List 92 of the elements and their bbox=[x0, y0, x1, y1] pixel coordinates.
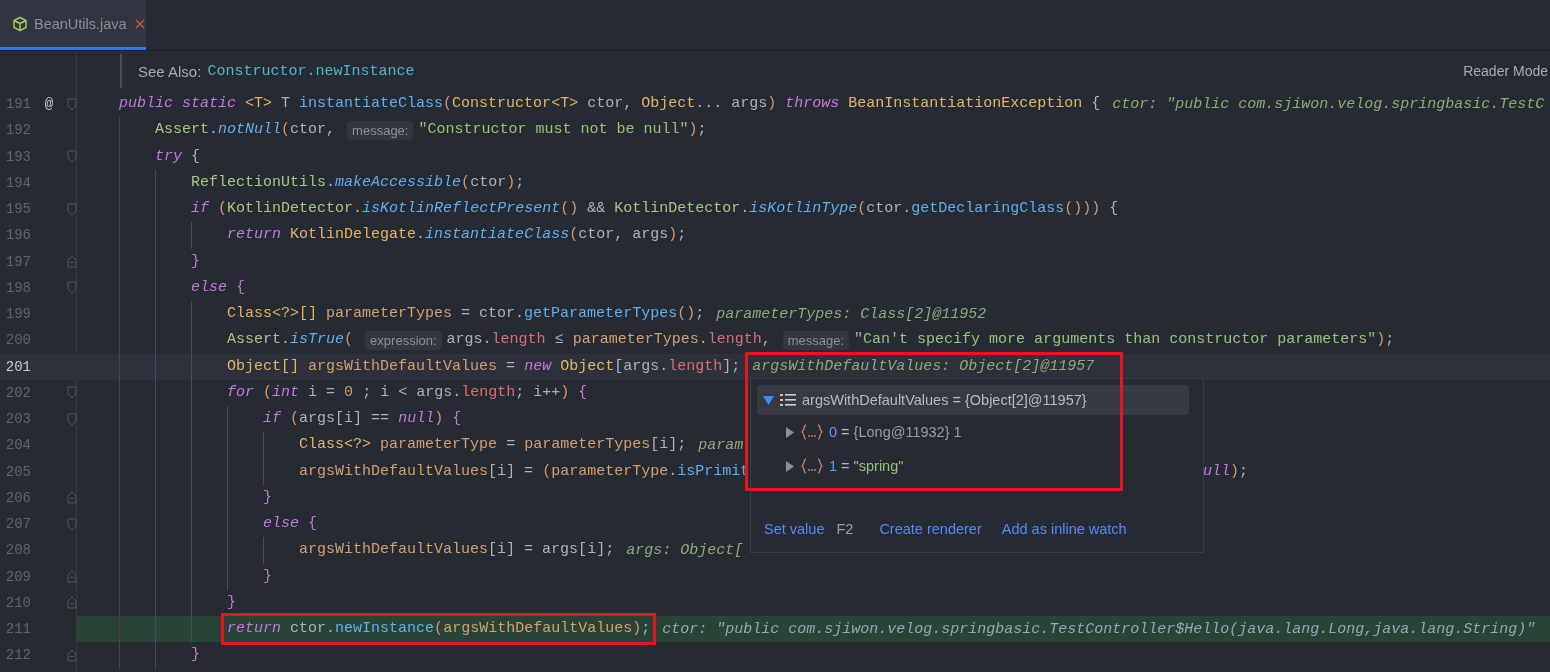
code-text: try { bbox=[155, 146, 201, 167]
code-text: args.length ≤ parameterTypes.length, bbox=[446, 330, 771, 351]
expand-arrow-icon[interactable] bbox=[785, 426, 795, 438]
line-number: 212 bbox=[4, 647, 31, 664]
code-text: return ctor.newInstance(argsWithDefaultValues); bbox=[221, 613, 657, 646]
doc-link[interactable]: Constructor.newInstance bbox=[207, 62, 415, 80]
braces-icon bbox=[801, 458, 823, 474]
line-number: 211 bbox=[4, 621, 31, 638]
code-text: if (args[i] == null) { bbox=[263, 409, 462, 430]
fold-icon[interactable] bbox=[67, 281, 77, 295]
code-text: "Constructor must not be null"); bbox=[418, 120, 707, 141]
line-number: 203 bbox=[4, 411, 31, 428]
inline-value-hint: ctor: "public com.sjiwon.velog.springbasic.TestC bbox=[1112, 95, 1545, 113]
line-number: 206 bbox=[4, 489, 31, 506]
line-number: 196 bbox=[4, 227, 31, 244]
list-icon bbox=[780, 393, 796, 407]
code-text: Class<?>[] parameterTypes = ctor.getParameterTypes(); bbox=[227, 304, 705, 325]
fold-icon[interactable] bbox=[67, 255, 77, 269]
tree-node[interactable]: 1 = "spring" bbox=[757, 449, 1189, 483]
code-text: if (KotlinDetector.isKotlinReflectPresent() && KotlinDetector.isKotlinType(ctor.getDeclaringClass())) { bbox=[191, 199, 1119, 220]
fold-icon[interactable] bbox=[67, 202, 77, 216]
code-text: } bbox=[191, 645, 201, 666]
cube-icon bbox=[12, 15, 28, 32]
parameter-hint: message: bbox=[347, 120, 414, 140]
fold-icon[interactable] bbox=[67, 648, 77, 662]
line-number: 194 bbox=[4, 174, 31, 191]
inline-value-hint: args: Object[ bbox=[626, 541, 744, 559]
override-marker[interactable]: @ bbox=[44, 96, 54, 113]
line-number: 197 bbox=[4, 253, 31, 270]
popup-action-link[interactable]: Add as inline watch bbox=[1001, 521, 1127, 537]
see-also-label: See Also: bbox=[138, 62, 202, 80]
shortcut-label: F2 bbox=[836, 521, 854, 537]
tree-node[interactable]: 0 = {Long@11932} 1 bbox=[757, 415, 1189, 449]
parameter-hint: expression: bbox=[365, 330, 442, 350]
code-text: ull); bbox=[1203, 461, 1249, 482]
line-number: 205 bbox=[4, 463, 31, 480]
line-number: 199 bbox=[4, 306, 31, 323]
code-text: "Can't specify more arguments than constructor parameters"); bbox=[854, 330, 1395, 351]
fold-icon[interactable] bbox=[67, 596, 77, 610]
code-text: } bbox=[263, 487, 273, 508]
fold-icon[interactable] bbox=[67, 570, 77, 584]
code-text: else { bbox=[191, 277, 246, 298]
code-text: else { bbox=[263, 514, 318, 535]
braces-icon bbox=[801, 424, 823, 440]
code-text: return KotlinDelegate.instantiateClass(ctor, args); bbox=[227, 225, 687, 246]
code-text: } bbox=[191, 251, 201, 272]
line-number: 210 bbox=[4, 594, 31, 611]
code-text: Class<?> parameterType = parameterTypes[i]; bbox=[299, 435, 687, 456]
inline-value-hint: param bbox=[698, 436, 744, 454]
line-number: 202 bbox=[4, 384, 31, 401]
fold-icon[interactable] bbox=[67, 517, 77, 531]
code-text: for (int i = 0 ; i < args.length; i++) { bbox=[227, 382, 588, 403]
code-text: } bbox=[227, 592, 237, 613]
file-tab[interactable]: BeanUtils.java bbox=[0, 0, 146, 50]
code-text: public static <T> T instantiateClass(Constructor<T> ctor, Object... args) throws BeanInstantiationException { bbox=[119, 94, 1101, 115]
code-text: Assert.isTrue( bbox=[227, 330, 354, 351]
line-number: 208 bbox=[4, 542, 31, 559]
popup-action-link[interactable]: Set value bbox=[764, 521, 825, 537]
expand-arrow-icon[interactable] bbox=[763, 394, 774, 406]
tree-node-label: 0 = {Long@11932} 1 bbox=[829, 424, 962, 440]
code-text: argsWithDefaultValues[i] = (parameterType.isPrimit bbox=[299, 461, 750, 482]
line-number: 201 bbox=[4, 358, 31, 375]
fold-icon[interactable] bbox=[67, 386, 77, 400]
line-number: 193 bbox=[4, 148, 31, 165]
line-number: 198 bbox=[4, 279, 31, 296]
line-number: 209 bbox=[4, 568, 31, 585]
code-text: } bbox=[263, 566, 273, 587]
line-number: 200 bbox=[4, 332, 31, 349]
fold-icon[interactable] bbox=[67, 412, 77, 426]
code-text: Object[] argsWithDefaultValues = new Object[args.length]; bbox=[227, 356, 741, 377]
popup-action-link[interactable]: Create renderer bbox=[879, 521, 982, 537]
tree-node[interactable]: argsWithDefaultValues = {Object[2]@11957} bbox=[757, 385, 1189, 415]
code-text: Assert.notNull(ctor, bbox=[155, 120, 336, 141]
fold-icon[interactable] bbox=[67, 150, 77, 164]
inline-value-hint: ctor: "public com.sjiwon.velog.springbasic.TestController$Hello(java.lang.Long,java.lang.String)" bbox=[662, 620, 1536, 638]
tree-node-label: 1 = "spring" bbox=[829, 458, 904, 474]
reader-mode-button[interactable]: Reader Mode bbox=[1463, 63, 1548, 79]
line-number: 192 bbox=[4, 122, 31, 139]
line-number: 191 bbox=[4, 96, 31, 113]
fold-icon[interactable] bbox=[67, 491, 77, 505]
tree-node-label: argsWithDefaultValues = {Object[2]@11957} bbox=[802, 392, 1087, 408]
code-text: ReflectionUtils.makeAccessible(ctor); bbox=[191, 172, 525, 193]
line-number: 207 bbox=[4, 516, 31, 533]
fold-icon[interactable] bbox=[67, 97, 77, 111]
line-number: 204 bbox=[4, 437, 31, 454]
expand-arrow-icon[interactable] bbox=[785, 460, 795, 472]
line-number: 195 bbox=[4, 201, 31, 218]
inline-value-hint: argsWithDefaultValues: Object[2]@11957 bbox=[752, 358, 1095, 376]
parameter-hint: message: bbox=[782, 330, 850, 350]
inline-value-hint: parameterTypes: Class[2]@11952 bbox=[716, 305, 987, 323]
close-icon[interactable] bbox=[134, 18, 145, 29]
code-text: argsWithDefaultValues[i] = args[i]; bbox=[299, 540, 615, 561]
